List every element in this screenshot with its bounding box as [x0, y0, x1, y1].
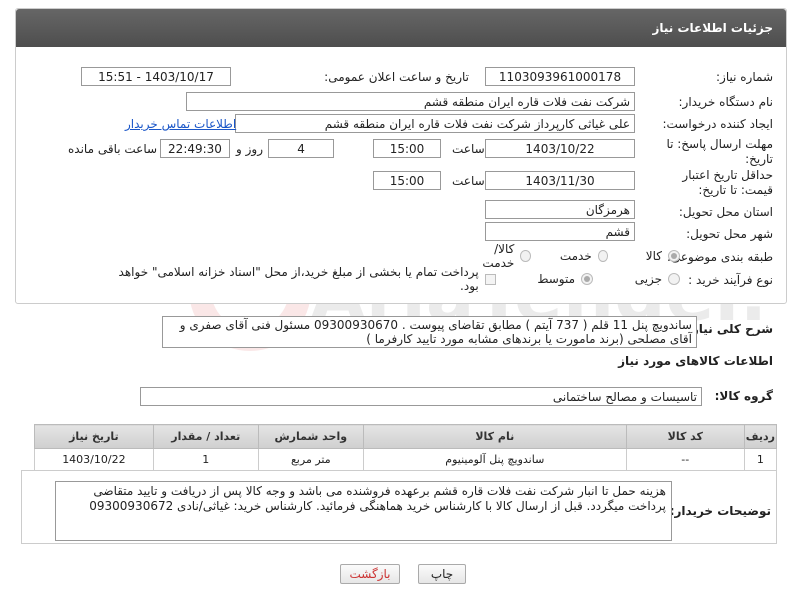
category-service-radio[interactable] — [597, 250, 609, 262]
buyer-notes-label: توضیحات خریدار: — [669, 504, 771, 518]
remaining-time-label: ساعت باقی مانده — [68, 142, 158, 156]
deadline-time-label: ساعت — [452, 142, 485, 156]
creator-label: ایجاد کننده درخواست: — [662, 117, 773, 131]
process-minor-radio[interactable] — [668, 273, 680, 285]
col-item-name: نام کالا — [362, 424, 627, 449]
print-button[interactable]: چاپ — [418, 564, 466, 584]
city-field[interactable]: قشم — [485, 222, 635, 241]
category-goods-radio[interactable] — [668, 250, 680, 262]
summary-textarea[interactable]: ساندویچ پنل 11 قلم ( 737 آیتم ) مطابق تق… — [162, 316, 697, 348]
process-radio-group: جزیی متوسط پرداخت تمام یا بخشی از مبلغ خ… — [100, 265, 680, 293]
validity-time-field[interactable]: 15:00 — [373, 171, 441, 190]
col-unit: واحد شمارش — [257, 424, 364, 449]
goods-info-title: اطلاعات کالاهای مورد نیاز — [618, 354, 773, 368]
treasury-payment-note: پرداخت تمام یا بخشی از مبلغ خرید،از محل … — [118, 265, 479, 293]
need-number-field[interactable]: 1103093961000178 — [485, 67, 635, 86]
cell-item-code: -- — [625, 448, 745, 471]
cell-item-name: ساندویچ پنل آلومینیوم — [362, 448, 627, 471]
deadline-time-field[interactable]: 15:00 — [373, 139, 441, 158]
goods-group-label: گروه کالا: — [714, 389, 773, 403]
category-goods-service-radio[interactable] — [520, 250, 531, 262]
category-label: طبقه بندی موضوعی: — [666, 250, 773, 264]
category-goods-label: کالا — [645, 249, 662, 263]
buyer-org-field[interactable]: شرکت نفت فلات قاره ایران منطقه قشم — [186, 92, 635, 111]
table-row[interactable]: 1 -- ساندویچ پنل آلومینیوم متر مربع 1 14… — [34, 448, 778, 471]
process-medium-label: متوسط — [537, 272, 576, 286]
table-header-row: ردیف کد کالا نام کالا واحد شمارش تعداد /… — [34, 424, 778, 449]
buyer-org-label: نام دستگاه خریدار: — [678, 95, 774, 109]
category-radio-group: کالا خدمت کالا/خدمت — [470, 242, 680, 270]
cell-row-number: 1 — [743, 448, 778, 471]
deadline-date-field[interactable]: 1403/10/22 — [485, 139, 635, 158]
validity-time-label: ساعت — [452, 174, 485, 188]
need-number-label: شماره نیاز: — [716, 70, 773, 84]
deadline-label: مهلت ارسال پاسخ: تا تاریخ: — [666, 137, 773, 166]
treasury-payment-checkbox[interactable] — [484, 273, 496, 285]
days-remaining-field[interactable]: 4 — [268, 139, 334, 158]
announce-label: تاریخ و ساعت اعلان عمومی: — [324, 70, 469, 84]
col-need-date: تاریخ نیاز — [34, 424, 154, 449]
announce-datetime-field[interactable]: 1403/10/17 - 15:51 — [81, 67, 231, 86]
summary-label: شرح کلی نیاز: — [687, 322, 773, 336]
cell-quantity: 1 — [152, 448, 259, 471]
col-quantity: تعداد / مقدار — [152, 424, 259, 449]
cell-need-date: 1403/10/22 — [34, 448, 154, 471]
province-field[interactable]: هرمزگان — [485, 200, 635, 219]
city-label: شهر محل تحویل: — [686, 227, 773, 241]
category-service-label: خدمت — [559, 249, 592, 263]
province-label: استان محل تحویل: — [678, 205, 773, 219]
buyer-contact-link[interactable]: اطلاعات تماس خریدار — [125, 117, 236, 131]
price-validity-label: حداقل تاریخ اعتبار قیمت: تا تاریخ: — [682, 168, 773, 197]
back-button[interactable]: بازگشت — [340, 564, 400, 584]
buyer-notes-textarea[interactable]: هزینه حمل تا انبار شرکت نفت فلات قاره قش… — [55, 481, 672, 541]
cell-unit: متر مربع — [257, 448, 364, 471]
validity-date-field[interactable]: 1403/11/30 — [485, 171, 635, 190]
process-type-label: نوع فرآیند خرید : — [688, 273, 773, 287]
process-medium-radio[interactable] — [581, 273, 594, 285]
goods-group-field[interactable]: تاسیسات و مصالح ساختمانی — [140, 387, 702, 406]
col-row-number: ردیف — [743, 424, 778, 449]
process-minor-label: جزیی — [634, 272, 663, 286]
items-table: ردیف کد کالا نام کالا واحد شمارش تعداد /… — [34, 424, 778, 471]
remaining-time-field[interactable]: 22:49:30 — [160, 139, 230, 158]
days-label: روز و — [236, 142, 263, 156]
col-item-code: کد کالا — [625, 424, 745, 449]
creator-field[interactable]: علی غیاثی کارپرداز شرکت نفت فلات قاره ای… — [235, 114, 635, 133]
panel-title: جزئیات اطلاعات نیاز — [16, 9, 786, 47]
